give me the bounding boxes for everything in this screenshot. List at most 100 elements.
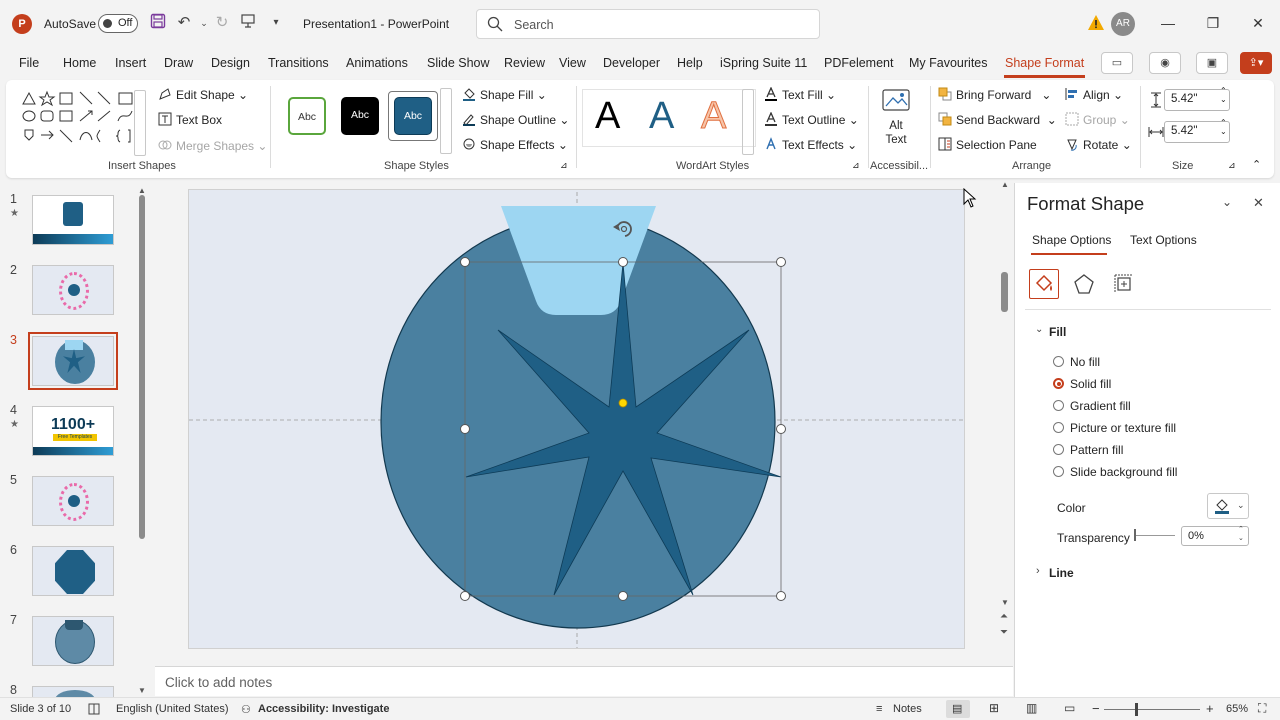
- zoom-out-icon[interactable]: −: [1092, 701, 1100, 716]
- tab-animations[interactable]: Animations: [346, 56, 408, 70]
- slide-thumbnail-4[interactable]: 1100+ Free Templates: [32, 406, 114, 456]
- line-section-header[interactable]: Line: [1049, 566, 1074, 580]
- fit-to-window-icon[interactable]: ⛶: [1258, 701, 1266, 716]
- shape-styles-launcher-icon[interactable]: ⊿: [560, 160, 568, 171]
- align-button[interactable]: Align ⌄: [1065, 87, 1123, 102]
- pane-options-chevron-icon[interactable]: ⌄: [1222, 195, 1232, 209]
- normal-view-button[interactable]: ▤: [946, 700, 970, 718]
- send-backward-button[interactable]: Send Backward ⌄: [938, 112, 1057, 127]
- collapse-ribbon-icon[interactable]: ⌃: [1252, 158, 1261, 171]
- notes-icon[interactable]: ≡: [876, 703, 882, 715]
- restore-icon[interactable]: ❐: [1200, 13, 1226, 33]
- radio-gradient-fill[interactable]: Gradient fill: [1053, 399, 1131, 413]
- shape-styles-scroll[interactable]: [440, 88, 452, 154]
- accessibility-status[interactable]: Accessibility: Investigate: [258, 703, 389, 715]
- line-expand-chevron-icon[interactable]: ›: [1036, 565, 1040, 577]
- tab-shape-format[interactable]: Shape Format: [1005, 56, 1084, 70]
- tab-ispring-suite-11[interactable]: iSpring Suite 11: [720, 56, 807, 70]
- alt-text-button[interactable]: Alt Text: [878, 86, 914, 150]
- text-effects-button[interactable]: Text Effects ⌄: [764, 137, 857, 152]
- tab-insert[interactable]: Insert: [115, 56, 146, 70]
- customize-toolbar-icon[interactable]: ▾: [266, 13, 286, 33]
- slide-sorter-icon[interactable]: ⊞: [989, 701, 999, 715]
- reading-view-icon[interactable]: ▥: [1026, 701, 1037, 715]
- shape-fill-button[interactable]: Shape Fill ⌄: [462, 87, 547, 102]
- warning-icon[interactable]: [1087, 14, 1105, 32]
- tab-draw[interactable]: Draw: [164, 56, 193, 70]
- fill-line-tab[interactable]: [1029, 269, 1059, 299]
- width-spinner-icon[interactable]: ⌃ ⌄: [1220, 118, 1227, 136]
- transparency-slider-thumb[interactable]: [1134, 529, 1136, 541]
- slideshow-icon[interactable]: ▭: [1064, 701, 1075, 715]
- adjustment-handle[interactable]: [618, 398, 628, 408]
- avatar[interactable]: AR: [1111, 12, 1135, 36]
- accessibility-icon[interactable]: ⚇: [241, 703, 251, 716]
- zoom-slider-thumb[interactable]: [1135, 703, 1138, 716]
- slide-thumbnail-3[interactable]: [28, 332, 118, 390]
- edit-shape-button[interactable]: Edit Shape ⌄: [158, 87, 248, 102]
- shapes-gallery-scroll[interactable]: [134, 90, 146, 156]
- text-fill-button[interactable]: Text Fill ⌄: [764, 87, 836, 102]
- height-spinner-icon[interactable]: ⌃ ⌄: [1220, 86, 1227, 104]
- tab-my-favourites[interactable]: My Favourites: [909, 56, 988, 70]
- save-icon[interactable]: [148, 13, 168, 33]
- shapes-gallery[interactable]: [20, 90, 138, 146]
- slide-thumbnail-1[interactable]: [32, 195, 114, 245]
- group-button[interactable]: Group ⌄: [1065, 112, 1130, 127]
- tab-help[interactable]: Help: [677, 56, 703, 70]
- share-icon[interactable]: ⇪▾: [1240, 52, 1272, 74]
- spelling-check-icon[interactable]: [88, 703, 100, 715]
- redo-icon[interactable]: ↻: [212, 13, 232, 33]
- main-scroll-down-icon[interactable]: ▼: [1001, 598, 1009, 607]
- main-scrollbar[interactable]: [1001, 272, 1008, 312]
- zoom-level[interactable]: 65%: [1226, 703, 1248, 715]
- text-outline-button[interactable]: Text Outline ⌄: [764, 112, 859, 127]
- merge-shapes-button[interactable]: Merge Shapes ⌄: [158, 138, 267, 153]
- slide-count[interactable]: Slide 3 of 10: [10, 703, 71, 715]
- tab-home[interactable]: Home: [63, 56, 96, 70]
- effects-pentagon-icon[interactable]: [1073, 273, 1095, 295]
- tab-design[interactable]: Design: [211, 56, 250, 70]
- radio-picture-texture-fill[interactable]: Picture or texture fill: [1053, 421, 1176, 435]
- main-scroll-up-icon[interactable]: ▲: [1001, 180, 1009, 189]
- transparency-spinner-icon[interactable]: ⌃ ⌄: [1238, 525, 1244, 543]
- slide-thumbnail-2[interactable]: [32, 265, 114, 315]
- zoom-slider-track[interactable]: [1104, 709, 1200, 710]
- tab-text-options[interactable]: Text Options: [1130, 233, 1197, 247]
- fill-section-header[interactable]: Fill: [1049, 325, 1066, 339]
- tab-shape-options[interactable]: Shape Options: [1032, 233, 1111, 247]
- tab-slide-show[interactable]: Slide Show: [427, 56, 490, 70]
- wordart-scroll[interactable]: [742, 89, 754, 155]
- present-teams-icon[interactable]: ▣: [1196, 52, 1228, 74]
- tab-transitions[interactable]: Transitions: [268, 56, 329, 70]
- shape-effects-button[interactable]: Shape Effects ⌄: [462, 137, 568, 152]
- autosave-toggle[interactable]: Off: [98, 14, 138, 33]
- tab-view[interactable]: View: [559, 56, 586, 70]
- radio-slide-background-fill[interactable]: Slide background fill: [1053, 465, 1177, 479]
- thumbnails-scrollbar[interactable]: [139, 195, 145, 539]
- radio-solid-fill[interactable]: Solid fill: [1053, 377, 1111, 391]
- slide-thumbnail-7[interactable]: [32, 616, 114, 666]
- fill-collapse-chevron-icon[interactable]: ⌄: [1035, 324, 1043, 335]
- shape-style-3[interactable]: Abc: [394, 97, 432, 135]
- rotate-button[interactable]: Rotate ⌄: [1065, 137, 1132, 152]
- minimize-icon[interactable]: —: [1155, 13, 1181, 33]
- next-slide-icon[interactable]: ⏷: [1000, 628, 1008, 638]
- wordart-style-black[interactable]: A: [595, 96, 620, 136]
- tab-pdfelement[interactable]: PDFelement: [824, 56, 893, 70]
- tab-file[interactable]: File: [19, 56, 39, 70]
- slide-thumbnail-5[interactable]: [32, 476, 114, 526]
- color-picker-button[interactable]: ⌄: [1207, 493, 1249, 519]
- radio-pattern-fill[interactable]: Pattern fill: [1053, 443, 1123, 457]
- search-box[interactable]: Search: [476, 9, 820, 39]
- notes-area[interactable]: Click to add notes: [155, 666, 1013, 696]
- text-box-button[interactable]: Text Box: [158, 112, 222, 127]
- pane-close-icon[interactable]: ✕: [1253, 195, 1264, 211]
- notes-button[interactable]: Notes: [893, 703, 922, 715]
- record-icon[interactable]: ◉: [1149, 52, 1181, 74]
- shape-outline-button[interactable]: Shape Outline ⌄: [462, 112, 569, 127]
- shape-style-1[interactable]: Abc: [288, 97, 326, 135]
- shape-style-2[interactable]: Abc: [341, 97, 379, 135]
- radio-no-fill[interactable]: No fill: [1053, 355, 1100, 369]
- size-launcher-icon[interactable]: ⊿: [1228, 160, 1236, 171]
